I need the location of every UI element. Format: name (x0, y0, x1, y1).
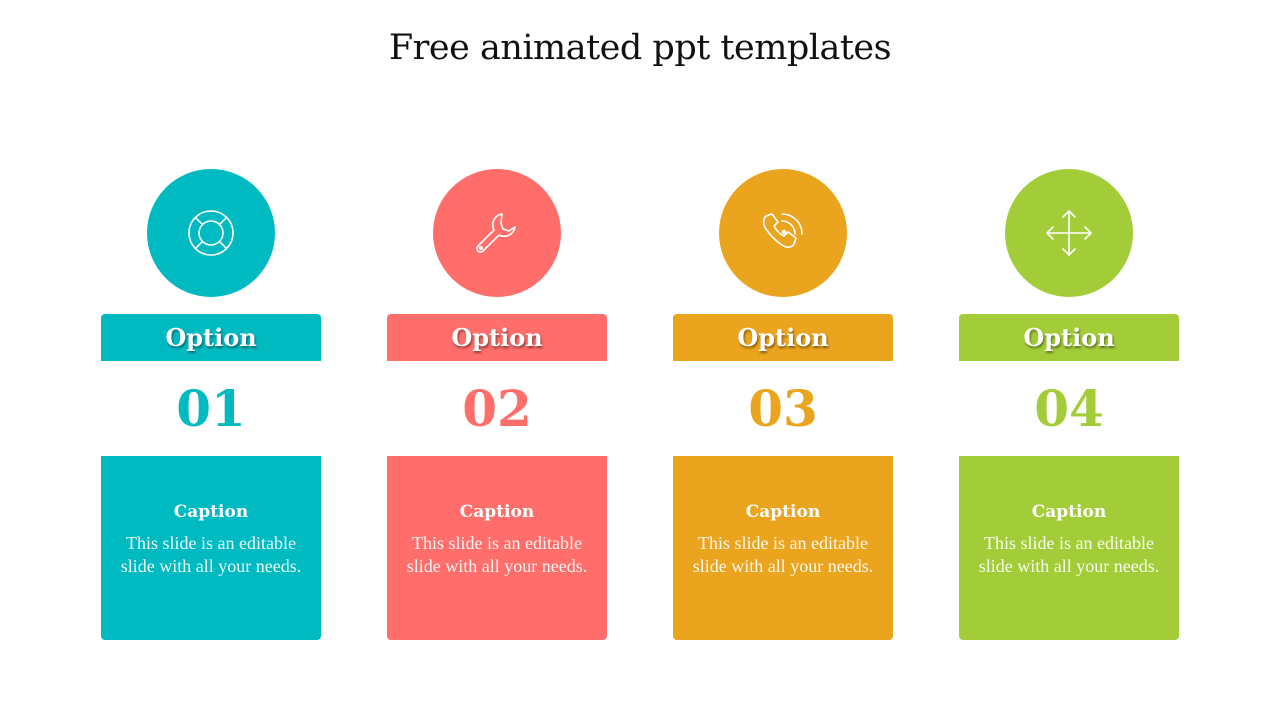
option-header: Option (101, 314, 321, 361)
caption-title: Caption (459, 502, 535, 522)
caption-text: This slide is an editable slide with all… (692, 533, 874, 576)
caption-text: This slide is an editable slide with all… (120, 533, 302, 576)
wrench-icon (476, 213, 516, 253)
phone-call-icon (762, 213, 803, 248)
option-number: 01 (176, 379, 246, 438)
option-column-2: Option 02 Caption This slide is an edita… (387, 0, 607, 720)
icon-circle (719, 169, 847, 297)
caption-card: Caption This slide is an editable slide … (673, 456, 893, 640)
caption-card: Caption This slide is an editable slide … (101, 456, 321, 640)
option-number: 02 (462, 379, 532, 438)
icon-circle (147, 169, 275, 297)
option-column-1: Option 01 Caption This slide is an edita… (101, 0, 321, 720)
caption-card: Caption This slide is an editable slide … (387, 456, 607, 640)
caption-text: This slide is an editable slide with all… (978, 533, 1160, 576)
icon-circle (1005, 169, 1133, 297)
option-header: Option (959, 314, 1179, 361)
option-header: Option (387, 314, 607, 361)
caption-card: Caption This slide is an editable slide … (959, 456, 1179, 640)
caption-title: Caption (173, 502, 249, 522)
lifebuoy-icon (188, 210, 234, 256)
caption-title: Caption (745, 502, 821, 522)
move-arrows-icon (1046, 210, 1092, 256)
option-number: 03 (748, 379, 818, 438)
caption-title: Caption (1031, 502, 1107, 522)
option-column-4: Option 04 Caption This slide is an edita… (959, 0, 1179, 720)
option-column-3: Option 03 Caption This slide is an edita… (673, 0, 893, 720)
caption-text: This slide is an editable slide with all… (406, 533, 588, 576)
icon-circle (433, 169, 561, 297)
option-number: 04 (1034, 379, 1104, 438)
option-header: Option (673, 314, 893, 361)
